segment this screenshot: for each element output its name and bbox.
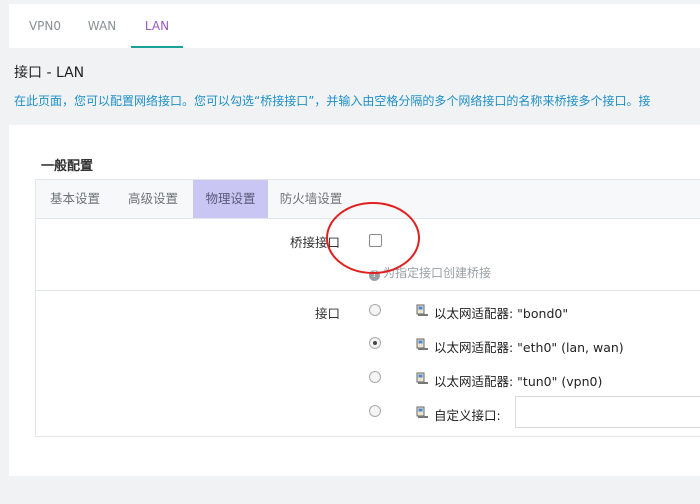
subtab-advanced[interactable]: 高级设置 xyxy=(114,180,192,218)
interface-radio-bond0[interactable] xyxy=(369,304,381,316)
interface-radio-custom[interactable] xyxy=(369,405,381,417)
subtab-bar: 基本设置 高级设置 物理设置 防火墙设置 xyxy=(36,180,700,219)
subtab-firewall[interactable]: 防火墙设置 xyxy=(271,180,351,218)
bridge-help-text: 为指定接口创建桥接 xyxy=(383,266,492,280)
interface-option-tun0[interactable]: 以太网适配器: "tun0" (vpn0) xyxy=(434,371,602,390)
network-adapter-icon xyxy=(416,372,428,384)
question-circle-icon: ? xyxy=(369,270,380,281)
divider xyxy=(36,290,700,291)
network-adapter-icon xyxy=(416,338,428,350)
bridge-label: 桥接接口 xyxy=(289,235,340,250)
subtab-basic[interactable]: 基本设置 xyxy=(36,180,114,218)
interface-label: 接口 xyxy=(314,306,340,321)
network-adapter-icon xyxy=(416,304,428,316)
interface-option-custom[interactable]: 自定义接口: xyxy=(434,405,501,424)
tab-vpn0[interactable]: VPN0 xyxy=(19,4,71,48)
interface-radio-eth0[interactable] xyxy=(369,337,381,349)
settings-panel: 基本设置 高级设置 物理设置 防火墙设置 桥接接口 ? 为指定接口创建桥接 接口 … xyxy=(35,179,700,437)
top-tab-bar: VPN0 WAN LAN xyxy=(9,4,700,48)
page-title: 接口 - LAN xyxy=(14,65,85,81)
network-adapter-icon xyxy=(416,406,428,418)
custom-interface-input[interactable] xyxy=(515,396,700,428)
interface-option-eth0[interactable]: 以太网适配器: "eth0" (lan, wan) xyxy=(434,337,624,356)
bridge-help: ? 为指定接口创建桥接 xyxy=(369,264,491,281)
interface-radio-tun0[interactable] xyxy=(369,371,381,383)
bridge-checkbox[interactable] xyxy=(369,234,382,247)
page-description: 在此页面，您可以配置网络接口。您可以勾选“桥接接口”，并输入由空格分隔的多个网络… xyxy=(14,94,651,108)
subtab-physical[interactable]: 物理设置 xyxy=(193,180,268,218)
tab-lan[interactable]: LAN xyxy=(131,4,183,48)
section-title: 一般配置 xyxy=(41,159,94,174)
tab-wan[interactable]: WAN xyxy=(79,4,125,48)
config-card: 一般配置 基本设置 高级设置 物理设置 防火墙设置 桥接接口 ? 为指定接口创建桥… xyxy=(9,125,700,476)
interface-option-bond0[interactable]: 以太网适配器: "bond0" xyxy=(434,303,568,322)
